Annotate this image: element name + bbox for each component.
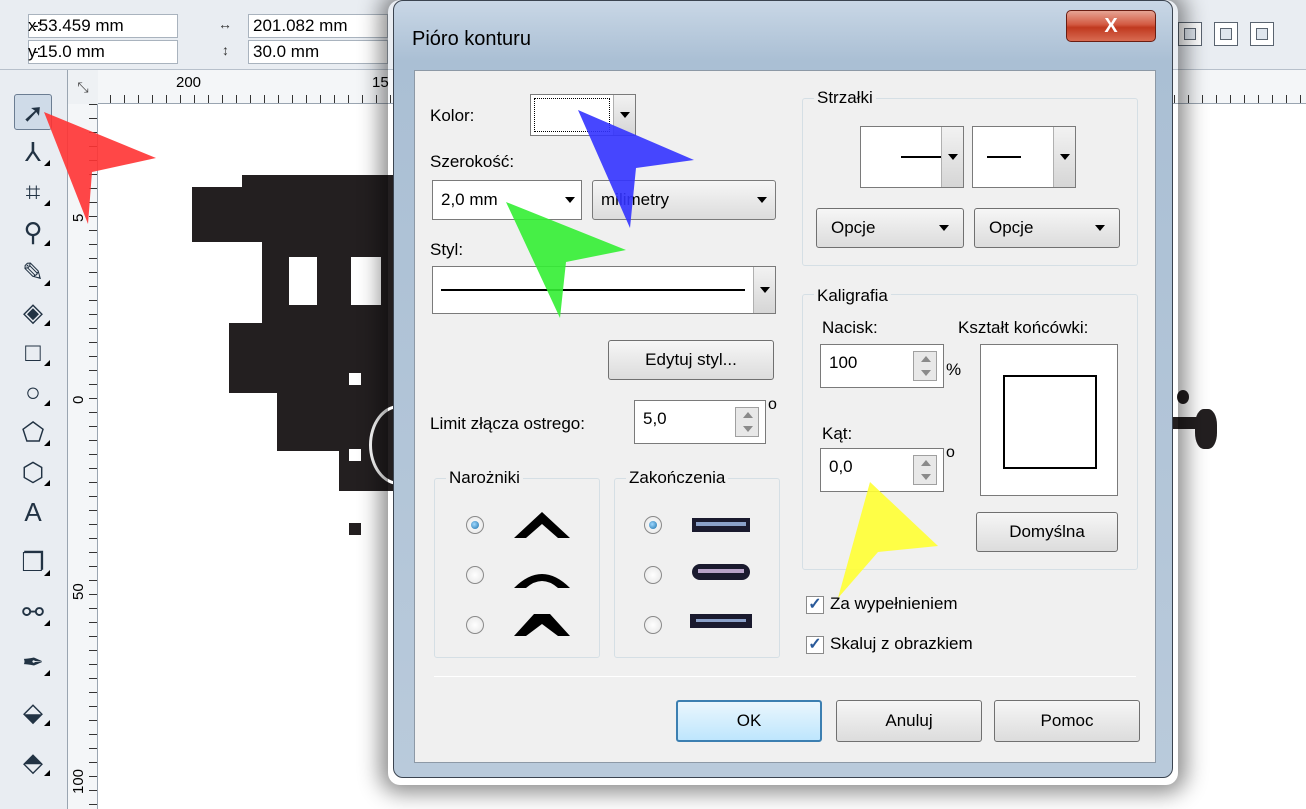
yellow-pointer-icon bbox=[838, 482, 938, 598]
blue-pointer-icon bbox=[578, 110, 694, 228]
red-pointer-icon bbox=[44, 112, 156, 224]
green-pointer-icon bbox=[506, 202, 626, 318]
annotation-pointers bbox=[44, 110, 938, 598]
